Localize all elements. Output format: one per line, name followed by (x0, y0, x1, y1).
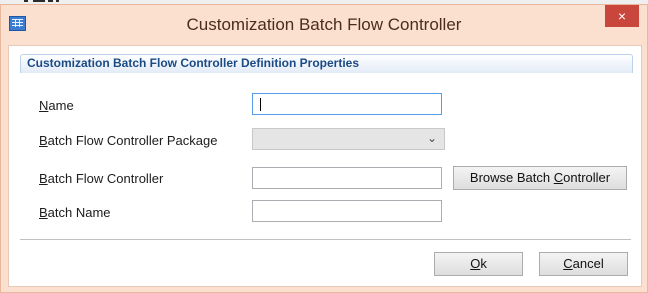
chevron-down-icon: ⌄ (426, 131, 437, 145)
close-button[interactable]: × (605, 5, 639, 27)
background-stroke (33, 0, 45, 2)
package-label: Batch Flow Controller Package (39, 133, 218, 148)
controller-label: Batch Flow Controller (39, 171, 164, 186)
package-select[interactable]: ⌄ (252, 128, 445, 150)
name-label: Name (39, 98, 74, 113)
ok-button[interactable]: Ok (434, 252, 523, 276)
dialog-window: Customization Batch Flow Controller × Cu… (0, 4, 648, 293)
group-header: Customization Batch Flow Controller Defi… (20, 54, 633, 73)
batch-name-label: Batch Name (39, 205, 111, 220)
background-stroke (48, 0, 53, 2)
batch-name-input[interactable] (252, 200, 442, 222)
close-icon: × (617, 8, 627, 24)
browse-controller-button[interactable]: Browse Batch Controller (453, 166, 627, 190)
background-stroke (56, 0, 59, 2)
title-bar[interactable]: Customization Batch Flow Controller × (1, 5, 647, 45)
divider (20, 239, 631, 240)
dialog-content: Customization Batch Flow Controller Defi… (8, 45, 642, 287)
group-title: Customization Batch Flow Controller Defi… (27, 56, 360, 70)
cancel-button[interactable]: Cancel (539, 252, 628, 276)
window-title: Customization Batch Flow Controller (186, 15, 462, 34)
text-caret (260, 98, 261, 111)
controller-input[interactable] (252, 167, 442, 189)
name-input[interactable] (252, 93, 442, 115)
background-stroke (24, 0, 28, 2)
